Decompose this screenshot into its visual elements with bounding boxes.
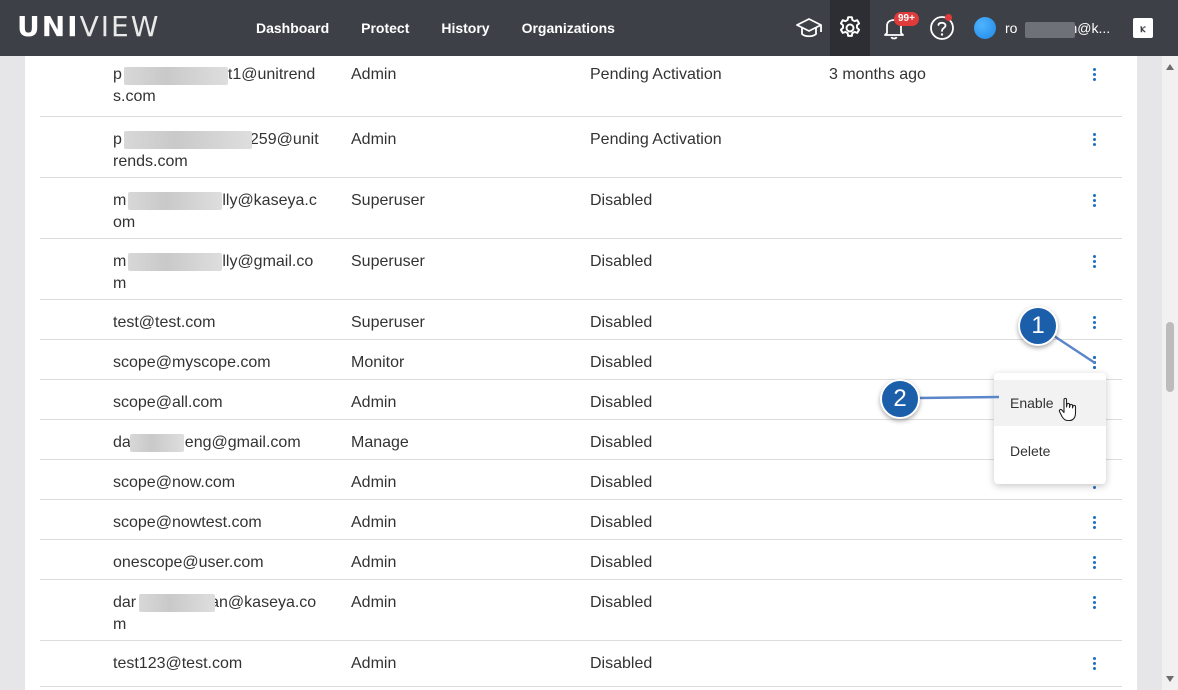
step-2-callout: 2 [880,379,920,419]
step-1-callout: 1 [1018,306,1058,346]
callout-connector-lines [917,334,1096,400]
